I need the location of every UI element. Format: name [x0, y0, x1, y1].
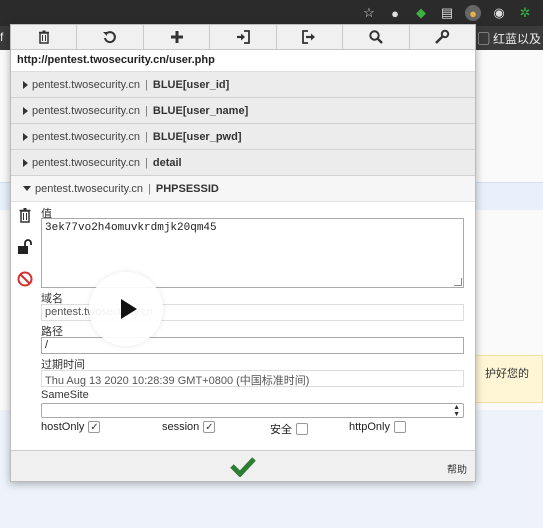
circle-icon[interactable]: ◉ [491, 5, 507, 21]
import-button[interactable] [210, 25, 277, 49]
play-icon [120, 299, 137, 319]
cookie-separator: | [145, 78, 148, 91]
cookie-separator: | [145, 156, 148, 169]
cookie-detail-editor: 值 3ek77vo2h4omuvkrdmjk20qm45 域名 pentest.… [11, 202, 475, 449]
http-only-checkbox[interactable] [393, 421, 406, 433]
star-icon[interactable]: ☆ [361, 5, 377, 21]
bookmark-folder[interactable]: ▢ 红蓝以及 [478, 30, 541, 47]
extension-icons: ☆ ● ◆ ▤ ● ◉ ✲ [361, 0, 543, 26]
cookie-domain: pentest.twosecurity.cn [32, 78, 141, 91]
plus-icon [170, 31, 183, 43]
cookie-flags: hostOnly ✓ session ✓ 安全 httpOnly [41, 421, 464, 437]
block-icon [17, 271, 33, 287]
background-notice: 护好您的 [470, 355, 543, 403]
bookmark-label: 红蓝以及 [492, 32, 541, 46]
browser-toolbar: ☆ ● ◆ ▤ ● ◉ ✲ [0, 0, 543, 26]
host-only-label: hostOnly [41, 421, 85, 433]
samesite-label: SameSite [41, 389, 89, 401]
select-arrows-icon: ▲ ▼ [453, 404, 460, 418]
caret-right-icon [23, 106, 28, 115]
notice-text: 护好您的 [485, 368, 529, 380]
cookie-name: BLUE[user_name] [152, 104, 249, 117]
extension-icon[interactable]: ● [387, 5, 403, 21]
secure-checkbox[interactable] [296, 423, 308, 435]
cookie-separator: | [145, 104, 148, 117]
expires-field[interactable]: Thu Aug 13 2020 10:28:39 GMT+0800 (中国标准时… [41, 370, 464, 387]
add-cookie-button[interactable] [144, 25, 211, 49]
protect-cookie-button[interactable] [15, 238, 35, 256]
trash-icon [19, 208, 31, 223]
pdf-icon[interactable]: ▤ [439, 5, 455, 21]
cookie-separator: | [145, 130, 148, 143]
http-only-label: httpOnly [349, 421, 390, 433]
cookie-domain: pentest.twosecurity.cn [32, 130, 141, 143]
cookie-row-user-id[interactable]: pentest.twosecurity.cn | BLUE[user_id] [11, 72, 475, 98]
play-button[interactable] [89, 272, 163, 346]
host-only-option: hostOnly ✓ [41, 421, 101, 433]
trash-icon [38, 30, 49, 44]
delete-cookie-button[interactable] [15, 206, 35, 224]
cookie-separator: | [148, 182, 151, 195]
caret-down-icon [23, 186, 31, 191]
host-only-checkbox[interactable]: ✓ [88, 421, 101, 433]
cookie-editor-popup: http://pentest.twosecurity.cn/user.php p… [10, 24, 476, 482]
save-button[interactable] [229, 455, 257, 478]
cookie-name: PHPSESSID [155, 182, 219, 195]
cookie-name: BLUE[user_pwd] [152, 130, 242, 143]
wrench-icon [435, 29, 450, 44]
puzzle-icon[interactable]: ✲ [517, 5, 533, 21]
export-button[interactable] [277, 25, 344, 49]
help-link[interactable]: 帮助 [447, 461, 467, 476]
cookie-icon[interactable]: ● [465, 5, 481, 21]
cookie-name: BLUE[user_id] [152, 78, 230, 91]
cookie-domain: pentest.twosecurity.cn [32, 104, 141, 117]
resize-handle[interactable] [454, 278, 462, 286]
popup-toolbar [11, 25, 475, 50]
caret-right-icon [23, 80, 28, 89]
search-icon [369, 30, 383, 44]
checkmark-icon [230, 457, 256, 478]
session-label: session [162, 421, 200, 433]
unlock-icon [18, 239, 32, 254]
cookie-domain: pentest.twosecurity.cn [32, 156, 141, 169]
search-button[interactable] [343, 25, 410, 49]
sign-in-icon [236, 30, 250, 44]
secure-label: 安全 [270, 424, 292, 436]
cookie-row-user-pwd[interactable]: pentest.twosecurity.cn | BLUE[user_pwd] [11, 124, 475, 150]
options-button[interactable] [410, 25, 475, 49]
samesite-select[interactable]: ▲ ▼ [41, 403, 464, 418]
background-letter: f [0, 30, 4, 44]
cookie-row-user-name[interactable]: pentest.twosecurity.cn | BLUE[user_name] [11, 98, 475, 124]
cookie-name: detail [152, 156, 182, 169]
delete-all-button[interactable] [11, 25, 78, 49]
popup-footer: 帮助 [11, 451, 475, 481]
session-option: session ✓ [162, 421, 216, 433]
evernote-icon[interactable]: ◆ [413, 5, 429, 21]
cookie-domain: pentest.twosecurity.cn [35, 182, 144, 195]
cookie-row-detail[interactable]: pentest.twosecurity.cn | detail [11, 150, 475, 176]
block-cookie-button[interactable] [15, 270, 35, 288]
caret-right-icon [23, 132, 28, 141]
http-only-option: httpOnly [349, 421, 406, 433]
undo-icon [103, 31, 117, 44]
session-checkbox[interactable]: ✓ [203, 421, 216, 433]
cookie-row-phpsessid[interactable]: pentest.twosecurity.cn | PHPSESSID [11, 176, 475, 202]
reset-button[interactable] [77, 25, 144, 49]
caret-right-icon [23, 158, 28, 167]
current-url: http://pentest.twosecurity.cn/user.php [11, 50, 475, 72]
sign-out-icon [302, 30, 316, 44]
cookie-actions [15, 206, 35, 302]
value-text: 3ek77vo2h4omuvkrdmjk20qm45 [45, 222, 217, 234]
secure-option: 安全 [270, 421, 308, 437]
